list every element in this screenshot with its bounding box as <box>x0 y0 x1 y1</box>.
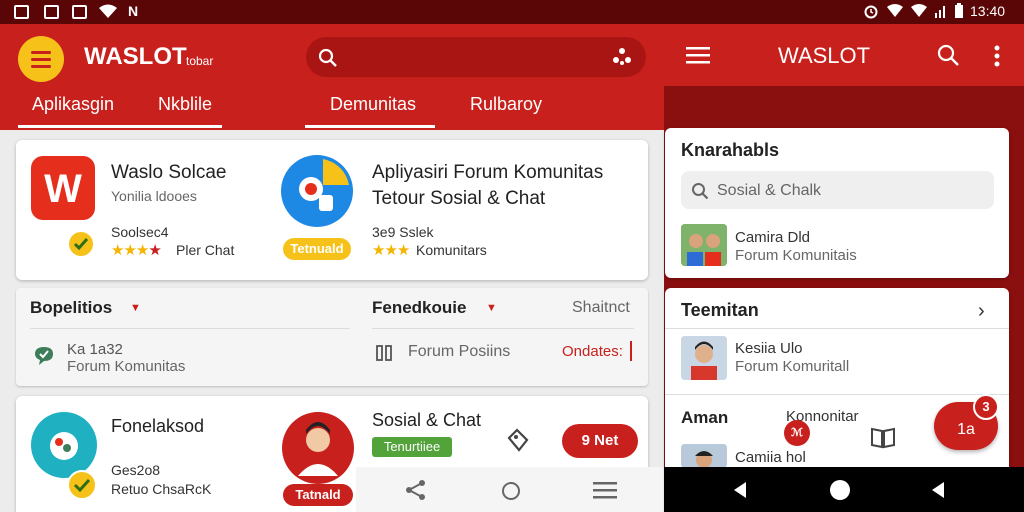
contact2-sub: Forum Komuritall <box>735 358 850 375</box>
notification-icon <box>14 5 29 19</box>
home-icon[interactable] <box>829 479 851 506</box>
tab-komunitas[interactable]: Demunitas <box>330 94 416 115</box>
battery-icon <box>954 3 964 20</box>
filter-item-mid: Forum Posiins <box>408 343 511 360</box>
featured-badge: Tetnuald <box>283 238 351 260</box>
row-label: Aman <box>681 408 729 427</box>
filter-icon[interactable] <box>611 46 633 73</box>
svg-text:W: W <box>44 167 82 211</box>
chat-bubble-icon <box>32 344 56 373</box>
contact-avatar-3[interactable] <box>681 444 727 468</box>
signal-icon <box>886 3 904 20</box>
wifi-strength-icon <box>910 3 928 20</box>
verified-badge-2-icon <box>67 470 97 500</box>
carrier-label: N <box>128 3 139 19</box>
app-subtitle: tobar <box>186 54 214 68</box>
rating-stars-2-icon: ★★★ <box>372 242 410 259</box>
panel2-divider <box>665 328 1009 329</box>
back-icon[interactable] <box>730 480 750 505</box>
divider-right <box>372 328 634 329</box>
verified-badge-icon <box>67 230 95 258</box>
community-tag: Tenurtiiee <box>372 437 452 457</box>
app-subtitle-1: Yonilia ldooes <box>111 188 197 204</box>
contact-avatar-1[interactable] <box>681 224 727 266</box>
tag-icon[interactable] <box>503 426 531 459</box>
contact3-name: Camiia hol <box>735 449 806 466</box>
right-app-title: WASLOT <box>778 43 871 68</box>
filter-sub-left: Forum Komunitas <box>67 358 186 375</box>
rating-stars-icon: ★★★★ <box>111 242 162 259</box>
right-search-icon[interactable] <box>936 43 960 72</box>
bottom-sub-1: Retuo ChsaRcK <box>111 481 212 497</box>
gallery-icon <box>72 5 87 19</box>
chevron-right-icon[interactable]: › <box>978 300 985 323</box>
filter-label-right[interactable]: Shaitnct <box>572 299 630 317</box>
grid-icon <box>375 344 393 367</box>
komunitas-app-icon[interactable] <box>281 155 353 227</box>
app-logo-icon[interactable]: ℳ <box>784 420 810 446</box>
contact2-name: Kesiia Ulo <box>735 340 803 357</box>
search-bar[interactable] <box>306 37 646 77</box>
app-title-1: Waslo Solcae <box>111 162 227 183</box>
tab-indicator <box>18 125 222 128</box>
contact-avatar-2[interactable] <box>681 336 727 380</box>
alarm-icon <box>863 3 879 20</box>
count-pill[interactable]: 9 Net <box>562 424 638 458</box>
app-rating-text-2: Komunitars <box>416 242 487 258</box>
profile-avatar[interactable] <box>282 412 354 484</box>
filter-label-left[interactable]: Bopelitios <box>30 298 112 318</box>
contact1-sub: Forum Komunitais <box>735 247 857 264</box>
bottom-title-2: Sosial & Chat <box>372 410 482 430</box>
tab-aplikasi[interactable]: Aplikasgin <box>32 94 114 115</box>
app-rating-text-1: Pler Chat <box>176 242 235 258</box>
status-bar: N 13:40 <box>0 0 1024 24</box>
status-divider <box>630 341 632 361</box>
share-icon[interactable] <box>404 478 428 507</box>
recents-icon[interactable] <box>928 480 948 505</box>
list-menu-icon[interactable] <box>593 480 617 507</box>
more-options-icon[interactable] <box>994 45 1000 72</box>
bottom-meta-1: Ges2o8 <box>111 462 161 478</box>
app-title-2-line2: Tetour Sosial & Chat <box>372 188 546 209</box>
panel2-title: Teemitan <box>681 300 759 320</box>
filter-label-mid[interactable]: Fenedkouie <box>372 298 466 318</box>
app-meta-1: Soolsec4 <box>111 224 169 240</box>
chevron-down-icon[interactable]: ▼ <box>130 302 141 314</box>
wifi-icon <box>98 3 118 20</box>
network-bars-icon <box>934 3 948 20</box>
divider <box>30 328 350 329</box>
fab-notification-badge: 3 <box>973 394 999 420</box>
filter-status: Ondates: <box>562 343 623 360</box>
contact1-name: Camira Dld <box>735 229 811 246</box>
filter-meta-left: Ka 1a32 <box>67 341 123 358</box>
status-time: 13:40 <box>970 3 1006 19</box>
app-title-2-line1: Apliyasiri Forum Komunitas <box>372 162 604 183</box>
tab-mobile[interactable]: Nkblile <box>158 94 212 115</box>
tab-indicator-secondary <box>305 125 435 128</box>
tab-rulbaroy[interactable]: Rulbaroy <box>470 94 542 115</box>
bottom-title-1: Fonelaksod <box>111 416 205 436</box>
menu-button[interactable] <box>18 36 64 82</box>
search-icon <box>318 48 338 73</box>
right-search-placeholder: Sosial & Chalk <box>717 182 822 199</box>
app-meta-2: 3e9 Sslek <box>372 224 434 240</box>
featured-badge-2: Tatnald <box>283 484 353 506</box>
panel1-title: Knarahabls <box>681 140 780 160</box>
right-search-field-icon <box>691 182 709 205</box>
community-app-icon[interactable] <box>31 412 97 478</box>
book-icon[interactable] <box>870 425 896 454</box>
image-notification-icon <box>44 5 59 19</box>
chevron-down-mid-icon[interactable]: ▼ <box>486 302 497 314</box>
waslot-app-icon[interactable]: W <box>31 156 95 220</box>
panel2-divider-2 <box>665 394 1009 395</box>
right-menu-icon[interactable] <box>686 45 710 70</box>
app-title: WASLOT <box>84 43 187 70</box>
home-circle-icon[interactable] <box>500 480 522 507</box>
